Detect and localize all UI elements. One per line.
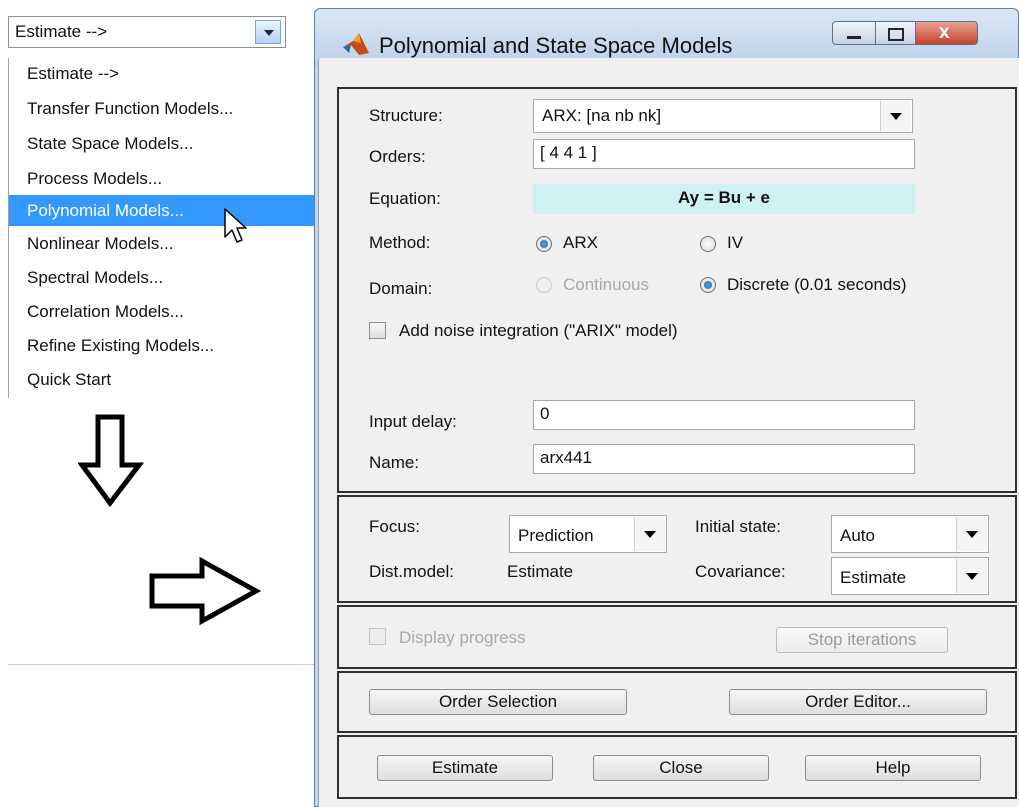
covariance-select[interactable]: Estimate [831,557,989,595]
minimize-button[interactable] [832,21,876,45]
method-arx-label: ARX [563,233,598,252]
method-iv-label: IV [727,233,744,252]
menu-item-nonlinear-models[interactable]: Nonlinear Models... [9,228,319,259]
noise-integration-label: Add noise integration ("ARIX" model) [399,321,678,340]
method-arx-radio[interactable] [536,236,552,252]
progress-panel: Display progress Stop iterations [337,605,1017,669]
focus-select[interactable]: Prediction [509,515,667,553]
chevron-down-icon [956,559,987,593]
focus-label: Focus: [369,517,421,536]
chevron-down-icon [880,101,911,131]
mouse-pointer-icon [224,208,247,243]
close-window-button[interactable]: x [916,21,978,45]
equation-label: Equation: [369,189,441,208]
initial-state-select[interactable]: Auto [831,515,989,553]
chevron-down-icon [264,30,274,36]
close-icon: x [939,22,950,43]
menu-item-process-models[interactable]: Process Models... [9,163,319,194]
structure-select[interactable]: ARX: [na nb nk] [533,99,913,133]
help-button[interactable]: Help [805,755,981,781]
dialog-title: Polynomial and State Space Models [379,33,733,58]
menu-item-state-space-models[interactable]: State Space Models... [9,128,319,159]
input-delay-label: Input delay: [369,412,457,431]
structure-panel: Structure: ARX: [na nb nk] Orders: [ 4 4… [337,87,1017,493]
input-delay-input[interactable]: 0 [533,400,915,430]
domain-discrete-radio[interactable] [700,277,716,293]
estimate-dropdown-value: Estimate --> [15,22,108,41]
initial-state-label: Initial state: [695,517,781,536]
dropdown-arrow-button[interactable] [255,20,281,44]
name-input[interactable]: arx441 [533,444,915,474]
stop-iterations-button: Stop iterations [776,627,948,653]
equation-display: Ay = Bu + e [533,184,915,214]
orders-label: Orders: [369,147,426,166]
orders-input[interactable]: [ 4 4 1 ] [533,139,915,169]
matlab-logo-icon [343,33,369,55]
outline-arrow-right-icon [149,556,262,626]
covariance-value: Estimate [840,568,907,587]
method-label: Method: [369,233,431,252]
order-panel: Order Selection Order Editor... [337,671,1017,733]
noise-integration-checkbox[interactable] [369,322,386,339]
menu-item-estimate[interactable]: Estimate --> [9,58,319,89]
domain-continuous-label: Continuous [563,275,650,294]
initial-state-value: Auto [840,526,875,545]
menu-item-transfer-function-models[interactable]: Transfer Function Models... [9,93,319,124]
display-progress-checkbox [369,628,386,645]
domain-label: Domain: [369,279,433,298]
method-iv-radio[interactable] [700,236,716,252]
domain-discrete-label: Discrete (0.01 seconds) [727,275,907,294]
menu-item-spectral-models[interactable]: Spectral Models... [9,262,319,293]
order-selection-button[interactable]: Order Selection [369,689,627,715]
domain-continuous-radio [536,277,552,293]
chevron-down-icon [956,517,987,551]
covariance-label: Covariance: [695,562,786,581]
structure-label: Structure: [369,106,443,125]
chevron-down-icon [634,517,665,551]
focus-value: Prediction [518,526,594,545]
estimate-menu-list: Estimate --> Transfer Function Models...… [8,58,319,398]
dist-model-label: Dist.model: [369,562,455,581]
actions-panel: Estimate Close Help [337,735,1017,799]
close-button[interactable]: Close [593,755,769,781]
outline-arrow-down-icon [78,414,144,508]
display-progress-label: Display progress [399,628,526,647]
structure-value: ARX: [na nb nk] [542,106,662,125]
dist-model-value: Estimate [507,562,574,581]
order-editor-button[interactable]: Order Editor... [729,689,987,715]
options-panel: Focus: Prediction Initial state: Auto Di… [337,495,1017,603]
maximize-button[interactable] [876,21,916,45]
divider [8,664,323,665]
estimate-button[interactable]: Estimate [377,755,553,781]
window-controls: x [832,21,978,47]
menu-item-refine-existing-models[interactable]: Refine Existing Models... [9,330,319,361]
menu-item-polynomial-models[interactable]: Polynomial Models... [9,195,319,226]
menu-item-correlation-models[interactable]: Correlation Models... [9,296,319,327]
name-label: Name: [369,453,420,472]
menu-item-quick-start[interactable]: Quick Start [9,364,319,395]
estimate-dropdown[interactable]: Estimate --> [8,16,286,48]
